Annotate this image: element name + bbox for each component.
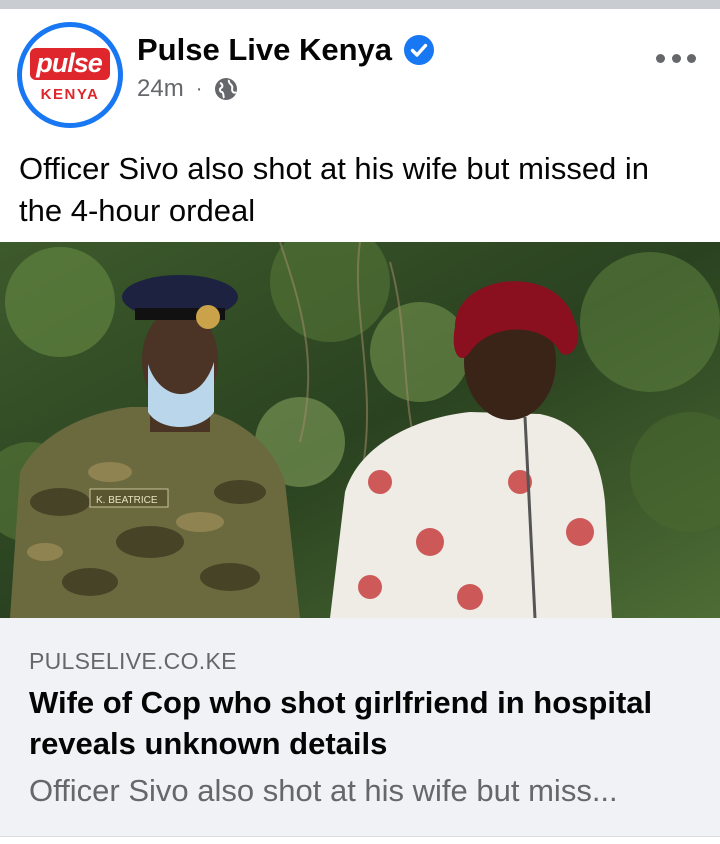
more-dot: [671, 53, 681, 63]
meta-separator: ·: [195, 77, 203, 100]
page-name: Pulse Live Kenya: [137, 32, 393, 67]
more-options-button[interactable]: [656, 48, 696, 68]
more-dot: [687, 53, 696, 63]
page-avatar[interactable]: pulse KENYA: [17, 22, 123, 128]
page-name-link[interactable]: Pulse Live Kenya: [137, 30, 435, 70]
name-tag: K. BEATRICE: [96, 495, 158, 506]
logo-subtitle: KENYA: [40, 85, 100, 103]
globe-icon[interactable]: [214, 77, 238, 101]
pulse-logo: pulse KENYA: [22, 27, 118, 123]
post-meta: 24m ·: [137, 72, 238, 106]
post-text: Officer Sivo also shot at his wife but m…: [19, 151, 650, 228]
news-photo: K. BEATRICE: [0, 242, 720, 618]
verified-badge-icon: [404, 35, 435, 65]
link-title[interactable]: Wife of Cop who shot girlfriend in hospi…: [29, 682, 699, 764]
link-description: Officer Sivo also shot at his wife but m…: [29, 773, 618, 808]
link-domain: PULSELIVE.CO.KE: [29, 648, 237, 674]
post-timestamp[interactable]: 24m: [137, 75, 184, 103]
more-dot: [656, 53, 665, 63]
top-divider: [0, 0, 720, 9]
link-preview-image[interactable]: K. BEATRICE: [0, 242, 720, 618]
logo-word: pulse: [30, 47, 110, 80]
